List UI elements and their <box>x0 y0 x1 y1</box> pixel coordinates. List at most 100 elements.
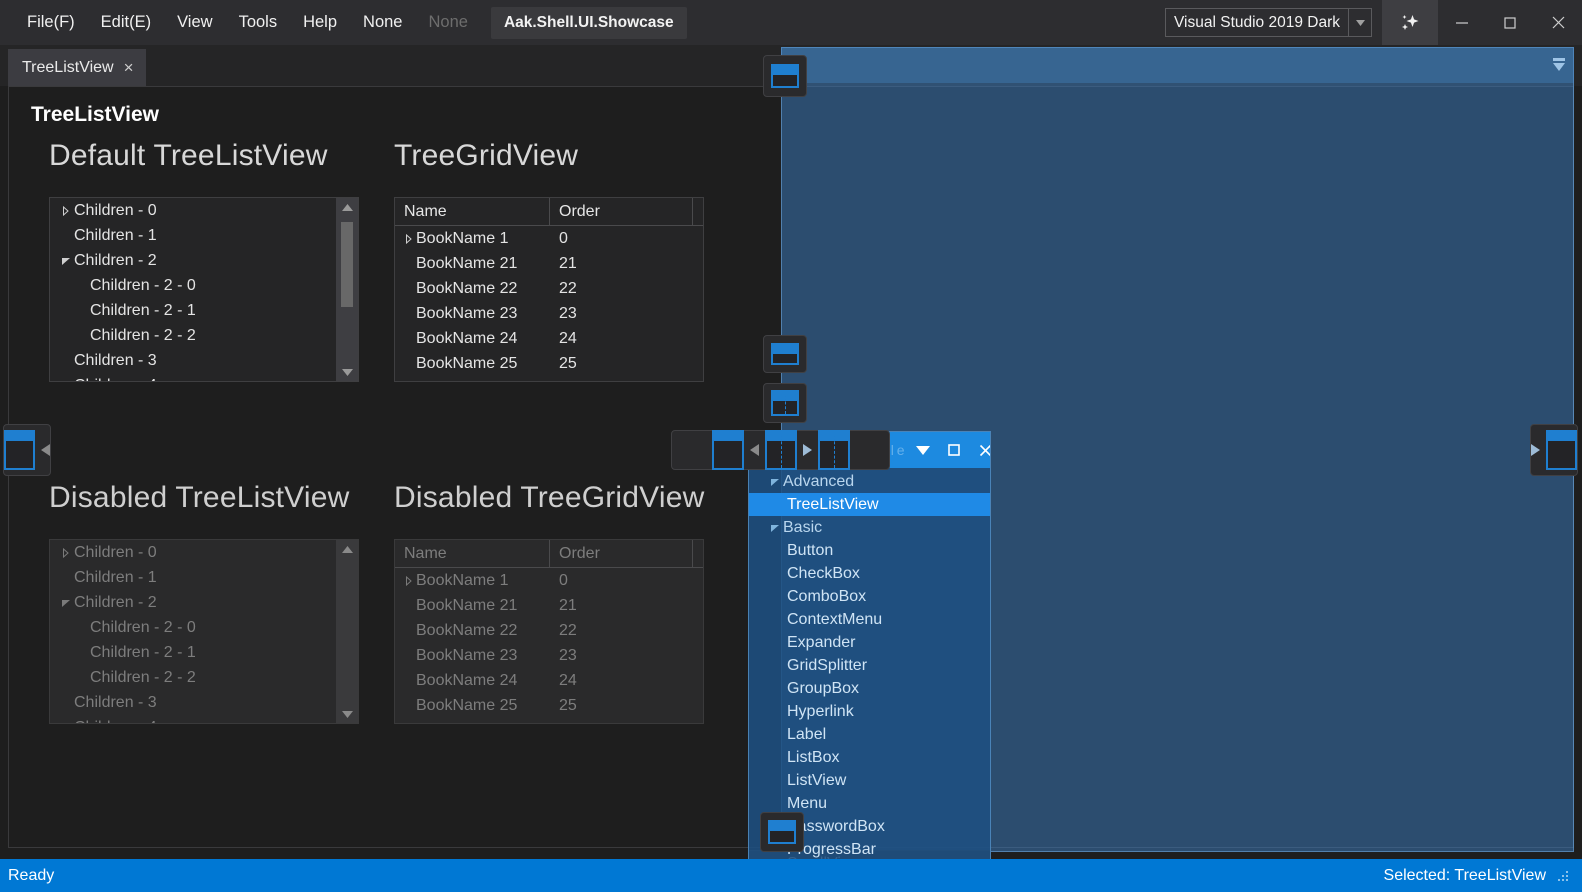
treegridview[interactable]: Name Order BookName 1 0 BookName 21 21 B… <box>394 197 704 382</box>
tree-row[interactable]: Children - 4 <box>50 373 336 381</box>
tree-row[interactable]: Children - 1 <box>50 223 336 248</box>
dock-guide-left[interactable] <box>3 424 51 476</box>
minimize-button[interactable] <box>1438 0 1486 45</box>
chevron-right-icon[interactable] <box>58 205 74 216</box>
dock-target-left[interactable] <box>4 430 35 470</box>
column-header-name[interactable]: Name <box>395 198 550 225</box>
tab-treelistview[interactable]: TreeListView × <box>8 49 146 86</box>
tree-row-label: Children - 0 <box>74 543 157 561</box>
list-group-advanced[interactable]: Advanced <box>749 470 990 493</box>
menu-item-file[interactable]: File(F) <box>14 7 88 38</box>
chevron-down-icon[interactable] <box>767 523 783 533</box>
maximize-button[interactable] <box>1486 0 1534 45</box>
tree-row[interactable]: Children - 2 - 1 <box>50 298 336 323</box>
list-item-listbox[interactable]: ListBox <box>749 746 990 769</box>
table-row: BookName 22 22 <box>395 618 703 643</box>
sparkle-icon[interactable] <box>1382 0 1438 45</box>
chevron-right-icon[interactable] <box>58 380 74 381</box>
column-header-order[interactable]: Order <box>550 198 693 225</box>
cell-name: BookName 1 <box>416 229 509 247</box>
tree-row-label: Children - 1 <box>74 568 157 586</box>
dock-target-middle-lower[interactable] <box>771 390 799 416</box>
table-row[interactable]: BookName 1 0 <box>395 226 703 251</box>
list-item-contextmenu[interactable]: ContextMenu <box>749 608 990 631</box>
table-row[interactable]: BookName 22 22 <box>395 276 703 301</box>
dock-target-a[interactable] <box>711 430 744 470</box>
close-button[interactable] <box>1534 0 1582 45</box>
grid-body: BookName 1 0 BookName 21 21 BookName 22 … <box>395 226 703 376</box>
tree-row[interactable]: Children - 2 - 0 <box>50 273 336 298</box>
tree-row[interactable]: Children - 2 <box>50 248 336 273</box>
list-item-label: ContextMenu <box>787 610 883 628</box>
list-item-combobox[interactable]: ComboBox <box>749 585 990 608</box>
menu-item-tools[interactable]: Tools <box>226 7 291 38</box>
cell-order: 22 <box>559 279 577 297</box>
dock-preview-header <box>781 47 1574 83</box>
section-heading: Disabled TreeGridView <box>394 481 705 514</box>
tab-close-icon[interactable]: × <box>124 59 134 76</box>
list-item-label: GridSplitter <box>787 656 868 674</box>
dock-target-top[interactable] <box>771 64 799 88</box>
menu-item-edit[interactable]: Edit(E) <box>88 7 164 38</box>
close-icon[interactable] <box>970 432 990 468</box>
list-item-gridsplitter[interactable]: GridSplitter <box>749 654 990 677</box>
menu-item-help[interactable]: Help <box>290 7 350 38</box>
column-header-blank[interactable] <box>693 198 703 225</box>
dock-target-right[interactable] <box>1546 430 1577 470</box>
tree-row: Children - 1 <box>50 565 336 590</box>
table-row: BookName 1 0 <box>395 568 703 593</box>
tree-row[interactable]: Children - 0 <box>50 198 336 223</box>
dock-guide-center[interactable] <box>671 430 890 470</box>
table-row[interactable]: BookName 23 23 <box>395 301 703 326</box>
list-group-basic[interactable]: Basic <box>749 516 990 539</box>
dock-guide-middle-upper[interactable] <box>763 335 807 373</box>
chevron-right-icon[interactable] <box>401 233 416 244</box>
dock-target-bottom[interactable] <box>768 820 796 844</box>
tree-row-label: Children - 3 <box>74 351 157 369</box>
scrollbar-thumb[interactable] <box>341 222 353 307</box>
tree-row: Children - 2 - 0 <box>50 615 336 640</box>
dock-target-middle-upper[interactable] <box>771 343 799 365</box>
chevron-down-icon[interactable] <box>767 477 783 487</box>
tree-row[interactable]: Children - 3 <box>50 348 336 373</box>
tree-row: Children - 4 <box>50 715 336 723</box>
scroll-down-icon[interactable] <box>336 363 358 381</box>
table-row[interactable]: BookName 21 21 <box>395 251 703 276</box>
table-row[interactable]: BookName 24 24 <box>395 326 703 351</box>
list-item-label: TreeListView <box>787 495 879 513</box>
list-item-groupbox[interactable]: GroupBox <box>749 677 990 700</box>
dock-target-b[interactable] <box>764 430 797 470</box>
dropdown-icon[interactable] <box>908 432 939 468</box>
list-item-treelistview[interactable]: TreeListView <box>749 493 990 516</box>
list-item-checkbox[interactable]: CheckBox <box>749 562 990 585</box>
theme-select-value: Visual Studio 2019 Dark <box>1173 13 1340 31</box>
table-row[interactable]: BookName 25 25 <box>395 351 703 376</box>
menu-item-none[interactable]: None <box>350 7 415 38</box>
list-item-label[interactable]: Label <box>749 723 990 746</box>
dock-target-c[interactable] <box>817 430 850 470</box>
scroll-up-icon[interactable] <box>336 198 358 216</box>
vertical-scrollbar[interactable] <box>336 198 358 381</box>
list-item-label: Hyperlink <box>787 702 854 720</box>
preview-dropdown-icon[interactable] <box>1550 56 1568 79</box>
dock-guide-middle-lower[interactable] <box>763 383 807 423</box>
dock-guide-top[interactable] <box>763 55 807 97</box>
list-item-expander[interactable]: Expander <box>749 631 990 654</box>
list-item-listview[interactable]: ListView <box>749 769 990 792</box>
tree-row[interactable]: Children - 2 - 2 <box>50 323 336 348</box>
maximize-icon[interactable] <box>939 432 970 468</box>
cell-name: BookName 23 <box>416 646 518 664</box>
resize-grip-icon[interactable] <box>1556 869 1570 883</box>
list-item-hyperlink[interactable]: Hyperlink <box>749 700 990 723</box>
chevron-down-icon[interactable] <box>1348 9 1371 36</box>
list-item-label: ListBox <box>787 748 840 766</box>
list-item-label: ComboBox <box>787 587 867 605</box>
dock-guide-right[interactable] <box>1530 424 1578 476</box>
chevron-down-icon[interactable] <box>58 256 74 266</box>
theme-select[interactable]: Visual Studio 2019 Dark <box>1164 8 1372 37</box>
menu-item-view[interactable]: View <box>164 7 225 38</box>
treelistview-default[interactable]: Children - 0 Children - 1 Children - 2 C… <box>49 197 359 382</box>
list-item-label: ListView <box>787 771 847 789</box>
list-item-button[interactable]: Button <box>749 539 990 562</box>
dock-guide-bottom[interactable] <box>760 812 804 852</box>
